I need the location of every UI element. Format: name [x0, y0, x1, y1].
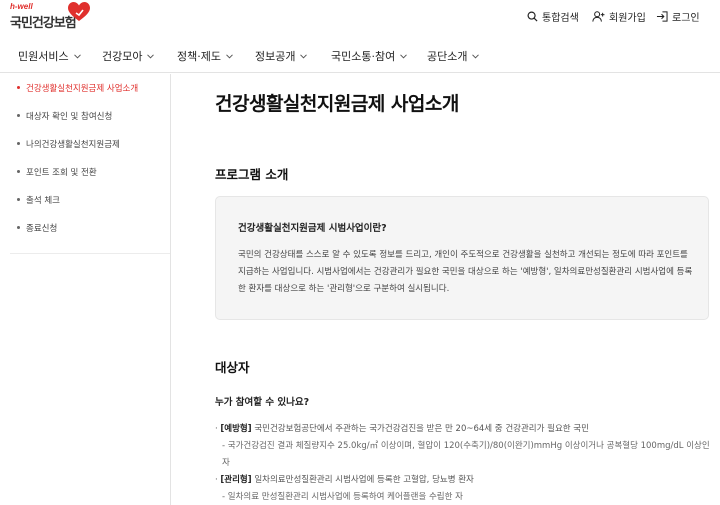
- target-bullet-prevention: · [예방형] 국민건강보험공단에서 주관하는 국가건강검진을 받은 만 20~…: [215, 422, 589, 434]
- integrated-search-label: 통합검색: [542, 13, 579, 24]
- user-plus-icon: [592, 11, 605, 22]
- gnb-item-communication[interactable]: 국민소통·참여: [331, 48, 408, 64]
- bullet-dot: [17, 86, 20, 89]
- section-title-target: 대상자: [215, 360, 250, 375]
- gnb-item-about[interactable]: 공단소개: [427, 48, 480, 64]
- chevron-down-icon: [400, 53, 408, 59]
- chevron-down-icon: [147, 53, 155, 59]
- sidebar-item-label: 대상자 확인 및 참여신청: [26, 112, 113, 122]
- sidebar-item-attendance[interactable]: 출석 체크: [10, 186, 170, 214]
- sidebar-item-label: 출석 체크: [26, 196, 60, 206]
- logo-hwell-text: h-well: [10, 2, 33, 11]
- heart-logo-icon: [68, 2, 90, 21]
- section-title-program: 프로그램 소개: [215, 167, 289, 182]
- gnb-label: 건강모아: [102, 50, 143, 63]
- program-info-box: 건강생활실천지원금제 시범사업이란? 국민의 건강상태를 스스로 알 수 있도록…: [215, 196, 709, 320]
- chevron-down-icon: [472, 53, 480, 59]
- login-link[interactable]: 로그인: [656, 9, 700, 24]
- gnb-label: 정보공개: [255, 50, 296, 63]
- gnb-label: 국민소통·참여: [331, 50, 396, 63]
- site-logo[interactable]: h-well 국민건강보험: [10, 2, 90, 32]
- info-box-title: 건강생활실천지원금제 시범사업이란?: [238, 223, 387, 234]
- sidebar-item-termination[interactable]: 종료신청: [10, 214, 170, 242]
- sidebar-item-label: 나의건강생활실천지원금제: [26, 140, 120, 150]
- login-icon: [656, 11, 668, 22]
- global-nav: 민원서비스 건강모아 정책·제도 정보공개 국민소통·참여 공단소개: [0, 33, 720, 73]
- sidebar-item-eligibility[interactable]: 대상자 확인 및 참여신청: [10, 102, 170, 130]
- sidebar-item-label: 포인트 조회 및 전환: [26, 168, 97, 178]
- info-box-body: 국민의 건강상태를 스스로 알 수 있도록 정보를 드리고, 개인이 주도적으로…: [238, 250, 693, 294]
- gnb-label: 정책·제도: [177, 50, 221, 63]
- gnb-label: 민원서비스: [18, 50, 69, 63]
- bullet-dot: [17, 198, 20, 201]
- gnb-item-health-moa[interactable]: 건강모아: [102, 48, 155, 64]
- site-header: h-well 국민건강보험 통합검색 회원가입 로그인: [0, 0, 720, 33]
- sidebar-item-label: 건강생활실천지원금제 사업소개: [26, 84, 139, 94]
- search-icon: [527, 11, 538, 22]
- chevron-down-icon: [300, 53, 308, 59]
- gnb-item-policy[interactable]: 정책·제도: [177, 48, 233, 64]
- chevron-down-icon: [73, 53, 81, 59]
- chevron-down-icon: [226, 53, 233, 59]
- bullet-dot: [17, 170, 20, 173]
- target-sub-bullet-prevention: - 국가건강검진 결과 체질량지수 25.0kg/㎡ 이상이며, 혈압이 120…: [222, 441, 710, 468]
- page-title: 건강생활실천지원금제 사업소개: [215, 93, 459, 115]
- target-sub-bullet-management: - 일차의료 만성질환관리 시범사업에 등록하여 케어플랜을 수립한 자: [222, 492, 463, 502]
- bullet-tag: [관리형]: [220, 475, 252, 485]
- logo-title: 국민건강보험: [10, 16, 77, 31]
- sidebar-item-label: 종료신청: [26, 224, 58, 234]
- bullet-dot: [17, 142, 20, 145]
- target-question: 누가 참여할 수 있나요?: [215, 397, 310, 408]
- bullet-text: 국민건강보험공단에서 주관하는 국가건강검진을 받은 만 20~64세 중 건강…: [251, 424, 589, 434]
- sidebar-list: 건강생활실천지원금제 사업소개 대상자 확인 및 참여신청 나의건강생활실천지원…: [10, 74, 170, 254]
- gnb-item-civil-service[interactable]: 민원서비스: [18, 48, 81, 64]
- bullet-text: 일차의료만성질환관리 시범사업에 등록한 고혈압, 당뇨병 환자: [251, 475, 474, 485]
- sidebar-nav: 건강생활실천지원금제 사업소개 대상자 확인 및 참여신청 나의건강생활실천지원…: [0, 74, 171, 505]
- bullet-tag: [예방형]: [220, 424, 252, 434]
- integrated-search-link[interactable]: 통합검색: [527, 9, 579, 24]
- login-label: 로그인: [672, 13, 700, 24]
- gnb-item-disclosure[interactable]: 정보공개: [255, 48, 308, 64]
- signup-link[interactable]: 회원가입: [592, 9, 646, 24]
- gnb-label: 공단소개: [427, 50, 468, 63]
- sidebar-item-program-intro[interactable]: 건강생활실천지원금제 사업소개: [10, 74, 170, 102]
- sidebar-item-points[interactable]: 포인트 조회 및 전환: [10, 158, 170, 186]
- signup-label: 회원가입: [609, 13, 646, 24]
- sidebar-item-my-program[interactable]: 나의건강생활실천지원금제: [10, 130, 170, 158]
- bullet-dot: [17, 114, 20, 117]
- target-bullet-management: · [관리형] 일차의료만성질환관리 시범사업에 등록한 고혈압, 당뇨병 환자: [215, 473, 474, 485]
- bullet-dot: [17, 226, 20, 229]
